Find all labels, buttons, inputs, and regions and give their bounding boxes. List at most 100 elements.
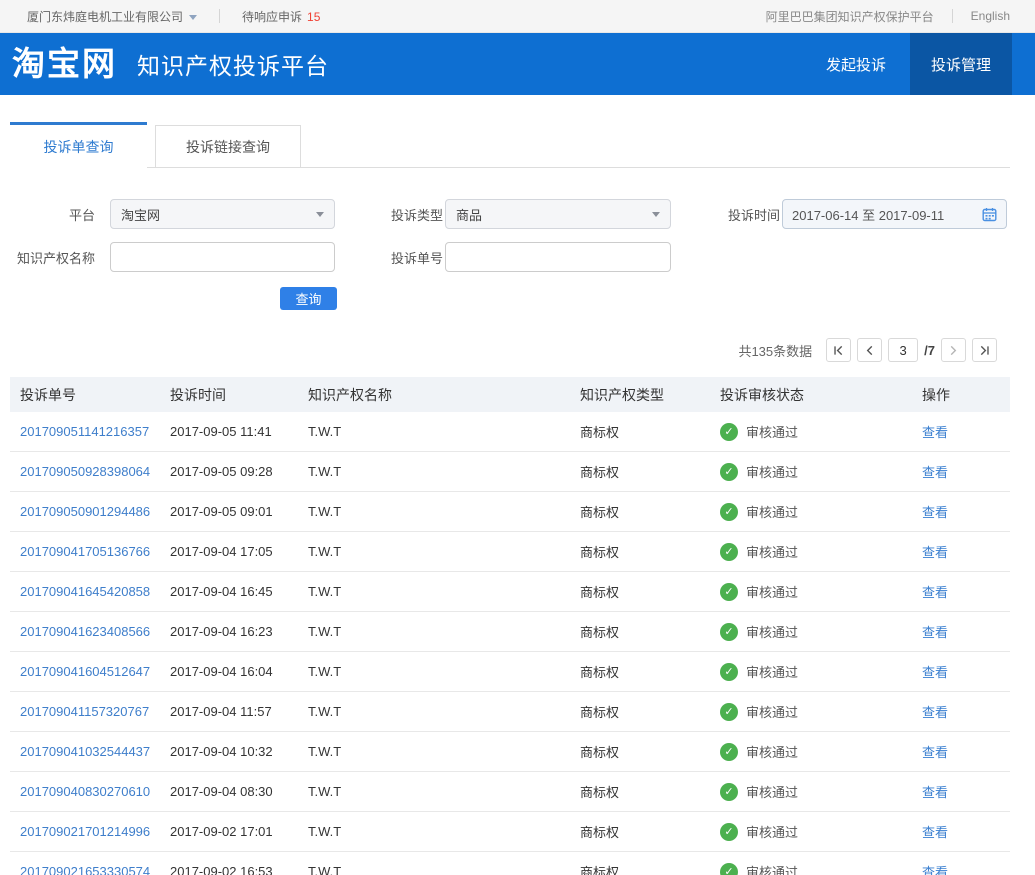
status-approved-icon: ✓ — [720, 543, 738, 561]
view-link[interactable]: 查看 — [922, 545, 948, 560]
status-text: 审核通过 — [746, 862, 798, 875]
complaint-id-link[interactable]: 201709021701214996 — [20, 824, 150, 839]
search-button[interactable]: 查询 — [280, 287, 337, 310]
status-approved-icon: ✓ — [720, 623, 738, 641]
ip-type-cell: 商标权 — [580, 702, 720, 721]
ip-type-cell: 商标权 — [580, 502, 720, 521]
tab-link-query[interactable]: 投诉链接查询 — [155, 125, 301, 167]
view-link[interactable]: 查看 — [922, 585, 948, 600]
status-approved-icon: ✓ — [720, 583, 738, 601]
status-text: 审核通过 — [746, 622, 798, 641]
complaint-no-input[interactable] — [445, 242, 671, 272]
ip-name-cell: T.W.T — [308, 504, 580, 519]
view-link[interactable]: 查看 — [922, 665, 948, 680]
table-row: 201709021701214996 2017-09-02 17:01 T.W.… — [10, 812, 1010, 852]
language-switch[interactable]: English — [971, 9, 1010, 23]
view-link[interactable]: 查看 — [922, 625, 948, 640]
company-switcher[interactable]: 厦门东炜庭电机工业有限公司 — [27, 8, 197, 25]
status-text: 审核通过 — [746, 702, 798, 721]
pending-appeals-label: 待响应申诉 — [242, 10, 302, 24]
prev-page-button[interactable] — [857, 338, 882, 362]
taobao-logo[interactable]: 淘宝网 — [12, 33, 117, 95]
first-page-button[interactable] — [826, 338, 851, 362]
status-approved-icon: ✓ — [720, 423, 738, 441]
ip-type-cell: 商标权 — [580, 782, 720, 801]
nav-item-complaint-management[interactable]: 投诉管理 — [910, 33, 1012, 95]
view-link[interactable]: 查看 — [922, 745, 948, 760]
pagination: 共135条数据 /7 — [10, 338, 997, 362]
date-range-picker[interactable]: 2017-06-14 至 2017-09-11 — [782, 199, 1007, 229]
col-header-ip-name: 知识产权名称 — [308, 385, 580, 405]
pending-appeals-count: 15 — [307, 10, 320, 24]
tab-complaint-query[interactable]: 投诉单查询 — [10, 122, 147, 168]
view-link[interactable]: 查看 — [922, 825, 948, 840]
table-row: 201709041645420858 2017-09-04 16:45 T.W.… — [10, 572, 1010, 612]
ip-type-cell: 商标权 — [580, 542, 720, 561]
status-approved-icon: ✓ — [720, 703, 738, 721]
complaint-id-link[interactable]: 201709041604512647 — [20, 664, 150, 679]
col-header-action: 操作 — [922, 385, 1010, 405]
status-text: 审核通过 — [746, 782, 798, 801]
status-approved-icon: ✓ — [720, 863, 738, 875]
table-row: 201709041604512647 2017-09-04 16:04 T.W.… — [10, 652, 1010, 692]
table-body: 201709051141216357 2017-09-05 11:41 T.W.… — [10, 412, 1010, 875]
ip-name-cell: T.W.T — [308, 664, 580, 679]
last-page-button[interactable] — [972, 338, 997, 362]
top-utility-bar: 厦门东炜庭电机工业有限公司 待响应申诉 15 阿里巴巴集团知识产权保护平台 Eng… — [0, 0, 1035, 33]
platform-home-link[interactable]: 阿里巴巴集团知识产权保护平台 — [766, 8, 934, 25]
tab-bar: 投诉单查询 投诉链接查询 — [10, 95, 1010, 168]
complaint-id-link[interactable]: 201709050928398064 — [20, 464, 150, 479]
ip-name-cell: T.W.T — [308, 424, 580, 439]
ip-name-input[interactable] — [110, 242, 335, 272]
status-text: 审核通过 — [746, 822, 798, 841]
complaint-time-cell: 2017-09-04 16:45 — [170, 584, 308, 599]
page-title: 知识产权投诉平台 — [137, 47, 329, 81]
complaint-time-cell: 2017-09-04 11:57 — [170, 704, 308, 719]
pending-appeals-link[interactable]: 待响应申诉 15 — [242, 8, 320, 25]
complaint-id-link[interactable]: 201709040830270610 — [20, 784, 150, 799]
complaint-id-link[interactable]: 201709050901294486 — [20, 504, 150, 519]
ip-name-cell: T.W.T — [308, 864, 580, 875]
complaint-type-label: 投诉类型 — [335, 205, 443, 224]
table-row: 201709050901294486 2017-09-05 09:01 T.W.… — [10, 492, 1010, 532]
complaint-id-link[interactable]: 201709041157320767 — [20, 704, 149, 719]
complaint-time-label: 投诉时间 — [671, 205, 780, 224]
ip-type-cell: 商标权 — [580, 622, 720, 641]
view-link[interactable]: 查看 — [922, 425, 948, 440]
company-name: 厦门东炜庭电机工业有限公司 — [27, 10, 183, 24]
view-link[interactable]: 查看 — [922, 465, 948, 480]
ip-name-cell: T.W.T — [308, 584, 580, 599]
table-row: 201709041623408566 2017-09-04 16:23 T.W.… — [10, 612, 1010, 652]
view-link[interactable]: 查看 — [922, 865, 948, 875]
ip-type-cell: 商标权 — [580, 662, 720, 681]
total-count-text: 共135条数据 — [738, 341, 812, 360]
chevron-left-icon — [864, 345, 875, 356]
table-row: 201709041705136766 2017-09-04 17:05 T.W.… — [10, 532, 1010, 572]
status-text: 审核通过 — [746, 422, 798, 441]
first-page-icon — [833, 345, 844, 356]
complaint-id-link[interactable]: 201709041032544437 — [20, 744, 150, 759]
status-text: 审核通过 — [746, 662, 798, 681]
col-header-complaint-time: 投诉时间 — [170, 385, 308, 405]
complaint-id-link[interactable]: 201709041705136766 — [20, 544, 150, 559]
complaint-id-link[interactable]: 201709041645420858 — [20, 584, 150, 599]
complaint-id-link[interactable]: 201709041623408566 — [20, 624, 150, 639]
status-text: 审核通过 — [746, 582, 798, 601]
chevron-down-icon — [316, 212, 324, 217]
next-page-button[interactable] — [941, 338, 966, 362]
complaint-type-select[interactable]: 商品 — [445, 199, 671, 229]
complaint-time-cell: 2017-09-02 16:53 — [170, 864, 308, 875]
view-link[interactable]: 查看 — [922, 505, 948, 520]
ip-type-cell: 商标权 — [580, 582, 720, 601]
view-link[interactable]: 查看 — [922, 705, 948, 720]
complaint-id-link[interactable]: 201709021653330574 — [20, 864, 150, 875]
table-row: 201709051141216357 2017-09-05 11:41 T.W.… — [10, 412, 1010, 452]
table-row: 201709040830270610 2017-09-04 08:30 T.W.… — [10, 772, 1010, 812]
view-link[interactable]: 查看 — [922, 785, 948, 800]
complaint-id-link[interactable]: 201709051141216357 — [20, 424, 149, 439]
platform-select[interactable]: 淘宝网 — [110, 199, 335, 229]
table-row: 201709041032544437 2017-09-04 10:32 T.W.… — [10, 732, 1010, 772]
page-number-input[interactable] — [888, 338, 918, 362]
nav-item-create-complaint[interactable]: 发起投诉 — [802, 33, 910, 95]
chevron-down-icon — [189, 15, 197, 20]
